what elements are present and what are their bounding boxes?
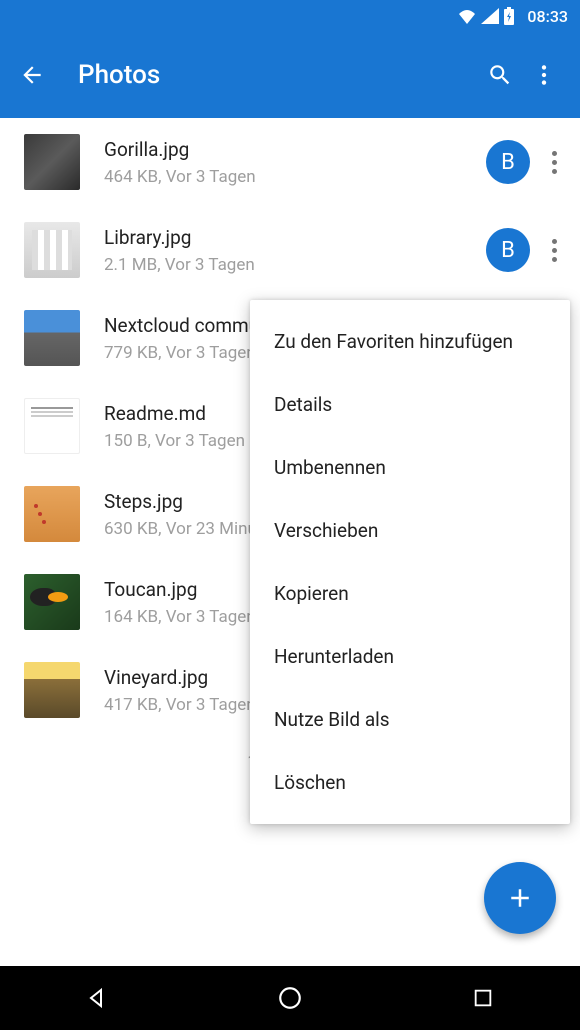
file-more-button[interactable] [542, 142, 566, 182]
file-thumbnail [24, 310, 80, 366]
status-time: 08:33 [527, 7, 568, 26]
fab-add-button[interactable] [484, 862, 556, 934]
file-meta-label: 464 KB, Vor 3 Tagen [104, 167, 486, 187]
more-vert-icon [552, 151, 557, 174]
android-nav-bar [0, 966, 580, 1030]
menu-item[interactable]: Löschen [250, 751, 570, 814]
menu-item[interactable]: Herunterladen [250, 625, 570, 688]
file-name-label: Library.jpg [104, 226, 486, 249]
file-info: Gorilla.jpg 464 KB, Vor 3 Tagen [104, 138, 486, 187]
menu-item[interactable]: Verschieben [250, 499, 570, 562]
more-vert-icon [552, 239, 557, 262]
menu-item[interactable]: Zu den Favoriten hinzufügen [250, 310, 570, 373]
more-vert-icon [531, 62, 557, 88]
menu-item[interactable]: Kopieren [250, 562, 570, 625]
search-icon [487, 62, 513, 88]
file-item[interactable]: Library.jpg 2.1 MB, Vor 3 TagenB [0, 206, 580, 294]
file-thumbnail [24, 574, 80, 630]
sync-badge: B [486, 140, 530, 184]
nav-home-icon [277, 985, 303, 1011]
file-thumbnail [24, 222, 80, 278]
file-thumbnail [24, 398, 80, 454]
file-thumbnail [24, 662, 80, 718]
nav-home-button[interactable] [270, 978, 310, 1018]
page-title: Photos [78, 60, 476, 90]
file-thumbnail [24, 134, 80, 190]
nav-recent-button[interactable] [463, 978, 503, 1018]
context-menu: Zu den Favoriten hinzufügenDetailsUmbene… [250, 300, 570, 824]
file-more-button[interactable] [542, 230, 566, 270]
nav-recent-icon [472, 987, 494, 1009]
status-icons [457, 7, 515, 25]
search-button[interactable] [480, 55, 520, 95]
signal-icon [481, 8, 499, 24]
back-button[interactable] [16, 59, 48, 91]
app-toolbar: Photos [0, 32, 580, 118]
nav-back-button[interactable] [77, 978, 117, 1018]
file-thumbnail [24, 486, 80, 542]
file-item[interactable]: Gorilla.jpg 464 KB, Vor 3 TagenB [0, 118, 580, 206]
wifi-icon [457, 8, 477, 24]
battery-charging-icon [503, 7, 515, 25]
plus-icon [505, 883, 535, 913]
file-info: Library.jpg 2.1 MB, Vor 3 Tagen [104, 226, 486, 275]
status-bar: 08:33 [0, 0, 580, 32]
file-meta-label: 2.1 MB, Vor 3 Tagen [104, 255, 486, 275]
menu-item[interactable]: Umbenennen [250, 436, 570, 499]
overflow-menu-button[interactable] [524, 55, 564, 95]
menu-item[interactable]: Nutze Bild als [250, 688, 570, 751]
file-name-label: Gorilla.jpg [104, 138, 486, 161]
sync-badge: B [486, 228, 530, 272]
arrow-back-icon [19, 62, 45, 88]
nav-back-icon [85, 986, 109, 1010]
menu-item[interactable]: Details [250, 373, 570, 436]
